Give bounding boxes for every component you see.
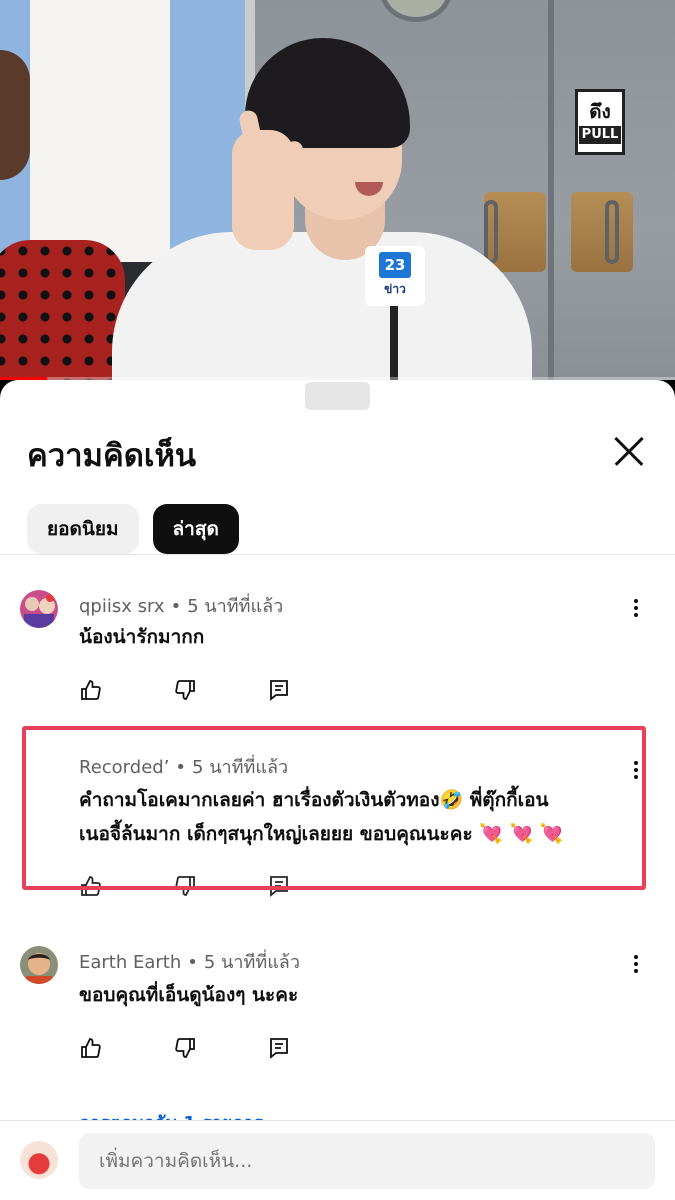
person-edge [0, 50, 30, 180]
comment-author[interactable]: qpiisx srx [79, 596, 165, 617]
channel-brand: ข่าว [384, 282, 406, 296]
reply-icon[interactable] [267, 1036, 291, 1060]
door-sign-english: PULL [579, 125, 621, 144]
comment-author[interactable]: Earth Earth [79, 952, 181, 973]
comment-time: 5 นาทีที่แล้ว [203, 952, 300, 973]
comment-composer [0, 1120, 675, 1200]
main-person-shirt [112, 232, 532, 380]
chip-newest[interactable]: ล่าสุด [152, 504, 239, 554]
reply-icon[interactable] [267, 678, 291, 702]
comment-text: ขอบคุณที่เอ็นดูน้องๆ นะคะ [79, 984, 299, 1006]
microphone-flag: 23 ข่าว [365, 246, 425, 306]
door-handle [484, 192, 546, 272]
comment-actions [79, 678, 291, 702]
door-edge [548, 0, 554, 380]
comment-meta: Earth Earth • 5 นาทีที่แล้ว [79, 952, 300, 973]
comment-time: 5 นาทีที่แล้ว [187, 596, 284, 617]
chip-top[interactable]: ยอดนิยม [27, 504, 139, 554]
drag-handle[interactable] [305, 382, 370, 410]
comment-text: น้องน่ารักมากก [79, 626, 205, 648]
video-player[interactable]: ดึง PULL 23 ข่าว [0, 0, 675, 380]
my-avatar[interactable] [20, 1141, 58, 1179]
like-icon[interactable] [79, 1036, 103, 1060]
divider [0, 554, 675, 555]
close-icon[interactable] [608, 430, 652, 474]
more-options-icon[interactable] [626, 952, 646, 980]
like-icon[interactable] [79, 678, 103, 702]
door-sign: ดึง PULL [575, 89, 625, 155]
dislike-icon[interactable] [173, 678, 197, 702]
comments-sheet: ความคิดเห็น ยอดนิยม ล่าสุด qpiisx srx • 5 … [0, 380, 675, 1200]
avatar[interactable] [20, 946, 58, 984]
dislike-icon[interactable] [173, 1036, 197, 1060]
comment-meta: qpiisx srx • 5 นาทีที่แล้ว [79, 596, 284, 617]
comment-actions [79, 1036, 291, 1060]
door-sign-thai: ดึง [589, 100, 611, 123]
door-handle [571, 192, 633, 272]
avatar[interactable] [20, 590, 58, 628]
channel-badge: 23 [379, 252, 411, 278]
sheet-title: ความคิดเห็น [27, 438, 197, 474]
highlight-box [22, 726, 646, 890]
microphone-stand [390, 300, 398, 380]
sort-chips: ยอดนิยม ล่าสุด [27, 504, 239, 554]
polka-dot-shirt [0, 240, 125, 380]
add-comment-input[interactable] [79, 1133, 655, 1189]
